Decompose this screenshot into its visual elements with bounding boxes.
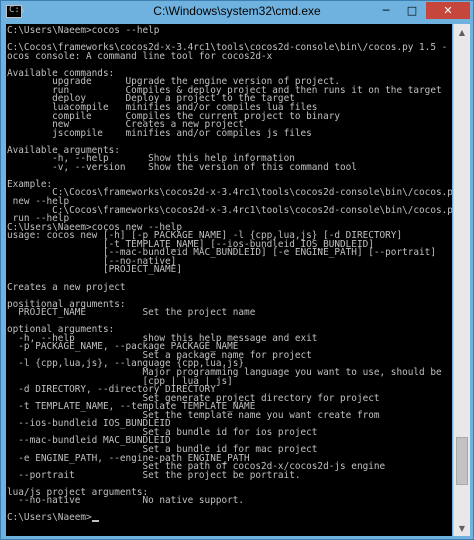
close-button[interactable]: ✕: [426, 2, 470, 19]
vertical-scrollbar[interactable]: ▲ ▼: [453, 24, 470, 536]
console-line: [PROJECT_NAME]: [7, 264, 182, 276]
maximize-button[interactable]: □: [399, 2, 425, 19]
console-line: C:\Users\Naeem>: [7, 512, 92, 524]
cmd-window: C:\ C:\Windows\system32\cmd.exe ─ □ ✕ C:…: [0, 0, 474, 540]
console-line: -v, --version Show the version of this c…: [7, 161, 357, 173]
console-output[interactable]: C:\Users\Naeem>cocos --help C:\Cocos\fram…: [6, 24, 452, 536]
console-line: ocos console: A command line tool for co…: [7, 50, 273, 62]
console-line: --no-native No native support.: [7, 495, 245, 507]
minimize-button[interactable]: ─: [373, 2, 399, 19]
console-line: Creates a new project: [7, 281, 126, 293]
console-line: C:\Cocos\frameworks\cocos2d-x-3.4rc1\too…: [7, 204, 452, 216]
scroll-thumb[interactable]: [456, 437, 468, 486]
scroll-up-arrow-icon[interactable]: ▲: [454, 24, 470, 40]
console-line: jscompile minifies and/or compiles js fi…: [7, 127, 312, 139]
console-line: C:\Users\Naeem>cocos --help: [7, 25, 160, 36]
console-line: PROJECT_NAME Set the project name: [7, 307, 256, 319]
text-cursor: [91, 520, 99, 523]
console-line: --portrait Set the project be portrait.: [7, 469, 301, 481]
scroll-down-arrow-icon[interactable]: ▼: [454, 520, 470, 536]
title-bar[interactable]: C:\ C:\Windows\system32\cmd.exe ─ □ ✕: [1, 1, 473, 23]
console-line: C:\Cocos\frameworks\cocos2d-x-3.4rc1\too…: [7, 187, 452, 199]
